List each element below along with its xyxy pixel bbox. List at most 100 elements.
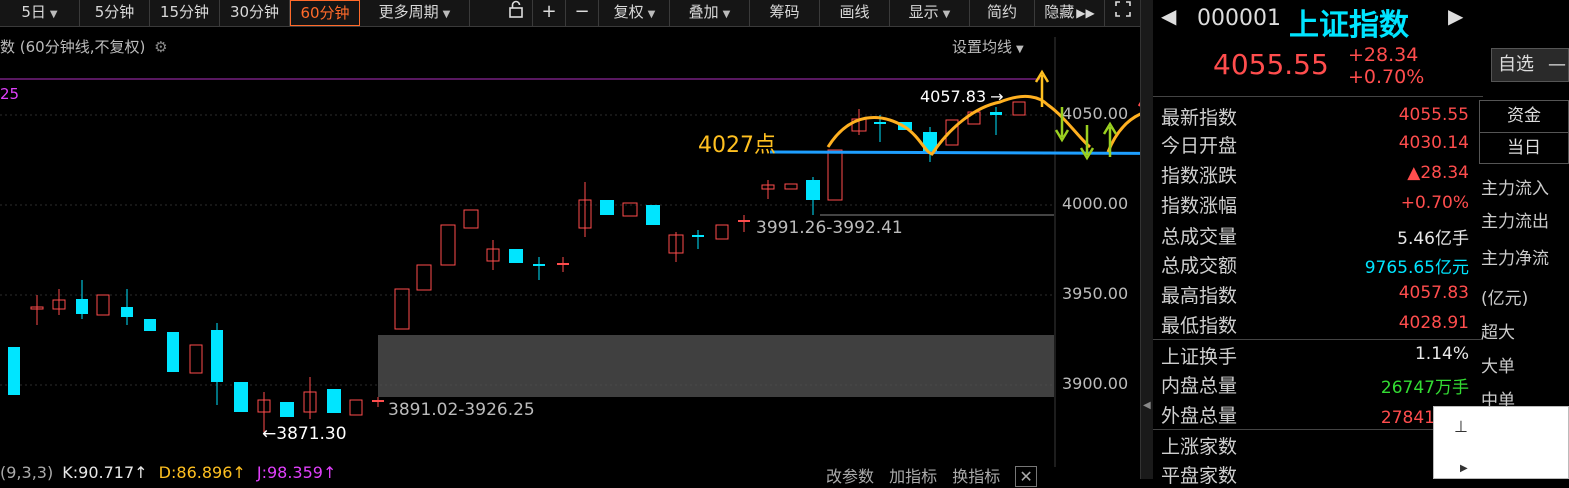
unit-label: (亿元) (1481, 289, 1529, 309)
tab-today[interactable]: 当日 (1480, 133, 1568, 164)
candle (533, 264, 545, 266)
candle (440, 224, 456, 266)
tab-edit-params[interactable]: 改参数 (826, 467, 874, 486)
price-change-pct: +0.70% (1348, 66, 1425, 88)
stat-label: 内盘总量 (1161, 375, 1238, 397)
kdj-params: (9,3,3) (0, 463, 54, 482)
kline-chart[interactable]: 数 (60分钟线,不复权) ⚙ 设置均线 ▼ 25 4050.00 4000.00… (0, 27, 1140, 487)
high-value: 4057.83 (920, 87, 987, 106)
candle (827, 149, 843, 201)
menu-label: 隐藏 (1044, 3, 1075, 21)
kdj-j: J:98.359 (256, 463, 323, 482)
level-label: 4027点 (698, 133, 776, 158)
stat-label: 总成交量 (1161, 226, 1238, 248)
panel-splitter[interactable]: ◀ (1140, 0, 1154, 479)
arrow-right-icon: → (990, 87, 1004, 106)
stat-label: 上证换手 (1161, 346, 1238, 368)
stat-label: 外盘总量 (1161, 405, 1238, 427)
stat-value: 4028.91 (1398, 313, 1469, 333)
period-30min[interactable]: 30分钟 (220, 0, 290, 26)
candle (715, 224, 729, 240)
quote-panel: ◀ 000001 上证指数 ▶ 4055.55 +28.34 +0.70% 自选… (1153, 0, 1569, 487)
candle (557, 263, 569, 265)
menu-label: 复权 (613, 3, 644, 21)
candle (327, 389, 341, 413)
plus-icon[interactable]: + (533, 0, 566, 26)
stat-label: 指数涨幅 (1161, 195, 1238, 217)
current-price: 4055.55 (1213, 48, 1329, 81)
low-value: 3871.30 (276, 424, 347, 444)
menu-adjust[interactable]: 复权 ▼ (600, 0, 670, 26)
chevron-right-icon[interactable]: ▶ (1460, 463, 1468, 474)
candle (189, 344, 203, 374)
candle (990, 112, 1002, 115)
candle (8, 347, 20, 395)
candle (600, 200, 614, 215)
expand-icon[interactable] (1105, 0, 1141, 26)
chevron-down-icon: ▼ (647, 9, 656, 20)
arrow-up-icon: ↑ (134, 463, 148, 482)
menu-overlay[interactable]: 叠加 ▼ (670, 0, 750, 26)
candle (646, 205, 660, 225)
arrow-up-icon: ↑ (322, 463, 337, 482)
chevron-right-icon[interactable]: ▶ (1448, 4, 1463, 28)
candle (806, 180, 820, 200)
chevron-down-icon: ▼ (49, 9, 58, 20)
high-annotation: 4057.83 → (920, 87, 1004, 106)
low-annotation: ←3871.30 (262, 424, 347, 444)
chevron-down-icon: ▼ (442, 9, 451, 20)
candle (692, 235, 704, 237)
menu-chips[interactable]: 筹码 (750, 0, 820, 26)
stat-label: 平盘家数 (1161, 465, 1238, 487)
candle (463, 209, 479, 229)
pin-icon[interactable]: ⊥ (1454, 417, 1468, 436)
candle (784, 183, 798, 190)
stat-label: 指数涨跌 (1161, 165, 1238, 187)
menu-label: 叠加 (688, 3, 719, 21)
close-icon[interactable]: ✕ (1015, 466, 1037, 487)
period-5day[interactable]: 5日 ▼ (0, 0, 80, 26)
kdj-d: D:86.896 (158, 463, 233, 482)
candle (349, 399, 363, 416)
candle (372, 400, 384, 402)
minus-icon[interactable]: − (566, 0, 599, 26)
period-60min[interactable]: 60分钟 (290, 0, 360, 26)
watchlist-button[interactable]: 自选 — (1491, 48, 1569, 82)
stat-value: 26747万手 (1380, 378, 1469, 398)
stat-value: 4030.14 (1398, 133, 1469, 153)
double-chevron-right-icon: ▶▶ (1076, 6, 1095, 20)
stat-value: ▲28.34 (1407, 163, 1469, 183)
stat-value: +0.70% (1400, 193, 1469, 213)
stock-code: 000001 (1197, 6, 1281, 31)
floating-widget[interactable]: ⊥ ▶ (1433, 406, 1569, 479)
arrow-up-icon: ↑ (232, 463, 246, 482)
tab-switch-indicator[interactable]: 换指标 (952, 467, 1000, 486)
menu-display[interactable]: 显示 ▼ (890, 0, 970, 26)
period-more[interactable]: 更多周期 ▼ (360, 0, 470, 26)
stat-label: 今日开盘 (1161, 135, 1238, 157)
chevron-left-icon[interactable]: ◀ (1143, 400, 1151, 411)
period-15min[interactable]: 15分钟 (150, 0, 220, 26)
menu-label: 显示 (908, 3, 939, 21)
menu-hide[interactable]: 隐藏 ▶▶ (1035, 0, 1105, 26)
lock-icon[interactable] (500, 0, 533, 26)
fund-tabs: 资金 当日 (1479, 100, 1569, 164)
menu-simple[interactable]: 简约 (970, 0, 1035, 26)
chevron-down-icon: ▼ (722, 9, 731, 20)
stat-label: 最低指数 (1161, 315, 1238, 337)
stat-value: 5.46亿手 (1397, 229, 1469, 249)
candle (96, 294, 110, 316)
tab-add-indicator[interactable]: 加指标 (889, 467, 937, 486)
divider (1153, 339, 1483, 340)
candle (1012, 101, 1026, 116)
tab-fund[interactable]: 资金 (1480, 101, 1568, 133)
stat-value: 1.14% (1414, 344, 1469, 364)
candle (121, 307, 133, 317)
period-5min[interactable]: 5分钟 (80, 0, 150, 26)
menu-draw[interactable]: 画线 (820, 0, 890, 26)
candle (280, 402, 294, 417)
chevron-down-icon: ▼ (942, 9, 951, 20)
candle (76, 299, 88, 314)
chevron-left-icon[interactable]: ◀ (1161, 4, 1176, 28)
candle (738, 220, 750, 222)
